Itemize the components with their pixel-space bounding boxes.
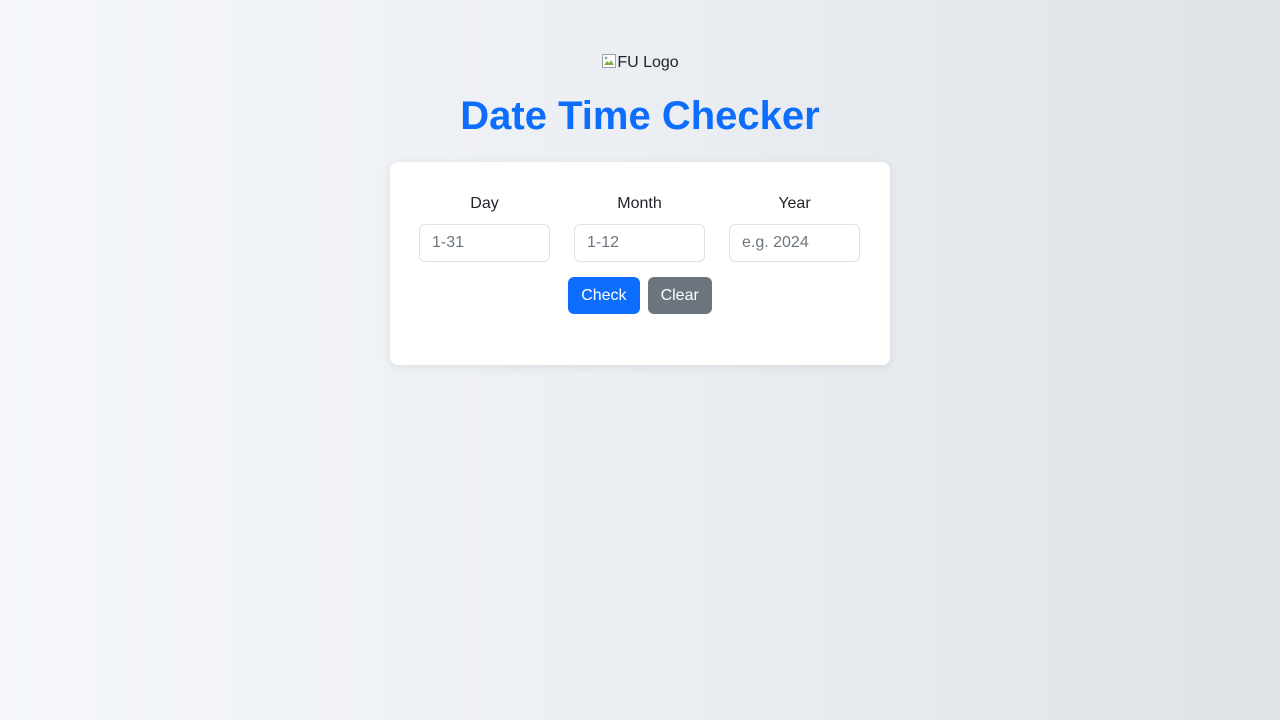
broken-image-icon <box>601 53 617 69</box>
logo-alt-text: FU Logo <box>617 54 679 71</box>
year-input[interactable] <box>729 224 860 262</box>
month-field-group: Month <box>574 192 705 262</box>
day-field-group: Day <box>419 192 550 262</box>
month-label: Month <box>617 195 662 212</box>
day-input[interactable] <box>419 224 550 262</box>
form-actions: Check Clear <box>390 277 890 314</box>
logo: FU Logo <box>0 50 1280 76</box>
year-field-group: Year <box>729 192 860 262</box>
page-title: Date Time Checker <box>460 94 820 138</box>
year-label: Year <box>778 195 811 212</box>
date-form-card: Day Month Year CheckClear <box>390 162 890 365</box>
check-button[interactable]: Check <box>568 277 640 314</box>
day-label: Day <box>470 195 499 212</box>
clear-button[interactable]: Clear <box>647 277 712 314</box>
month-input[interactable] <box>574 224 705 262</box>
